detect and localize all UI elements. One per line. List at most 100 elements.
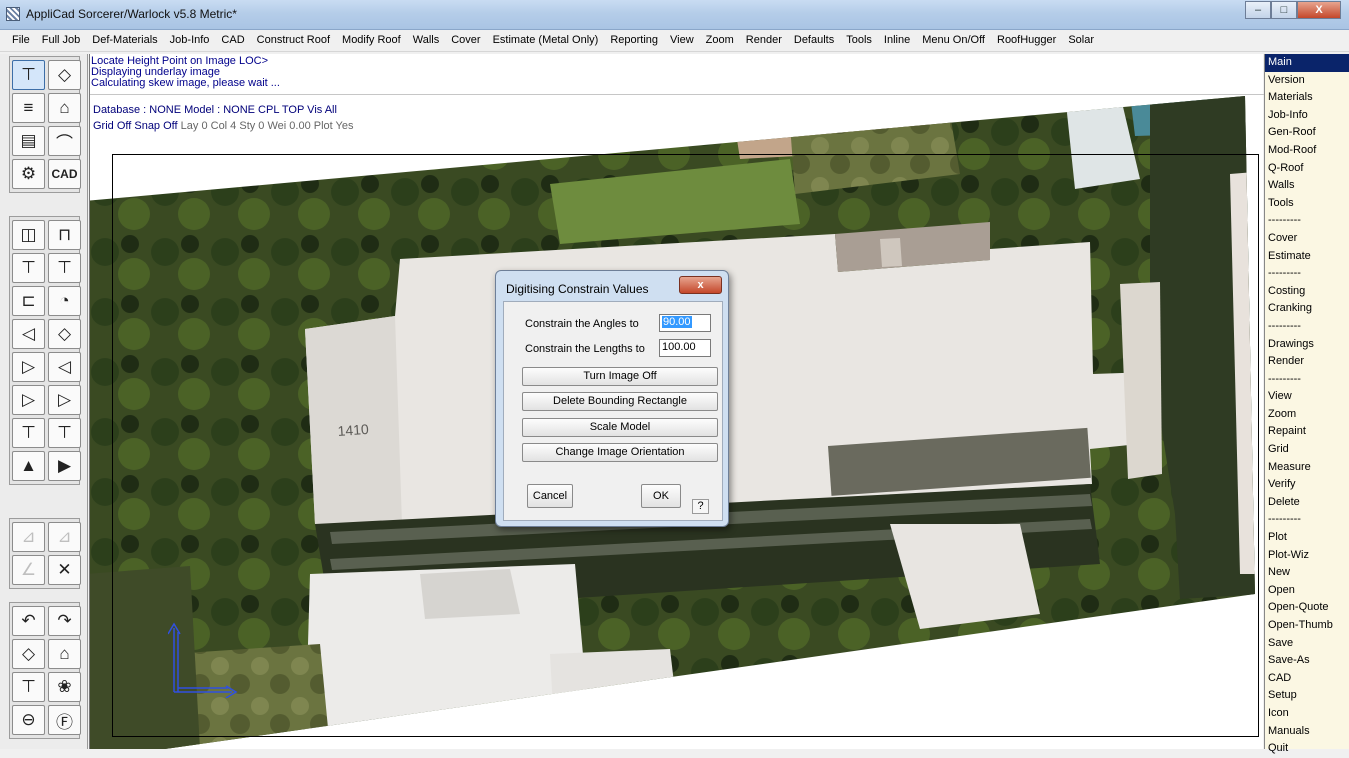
sidebar-item-mod-roof[interactable]: Mod-Roof: [1265, 142, 1349, 160]
wrench-button[interactable]: ⚙: [12, 159, 45, 189]
dim-angle-button[interactable]: ⊿: [48, 522, 81, 552]
roof-plan2-button[interactable]: ⊤: [12, 672, 45, 702]
lengths-input[interactable]: 100.00: [659, 339, 711, 357]
copy-roof-button[interactable]: ▤: [12, 126, 45, 156]
change-image-orientation-button[interactable]: Change Image Orientation: [522, 443, 718, 462]
sidebar-item-drawings[interactable]: Drawings: [1265, 336, 1349, 354]
menu-job-info[interactable]: Job-Info: [164, 31, 216, 51]
menu-estimate-metal-only[interactable]: Estimate (Metal Only): [487, 31, 605, 51]
menu-menu-on-off[interactable]: Menu On/Off: [916, 31, 991, 51]
paint-brush-button[interactable]: ⌂: [48, 639, 81, 669]
stamp-button[interactable]: ▲: [12, 451, 45, 481]
sidebar-item-gen-roof[interactable]: Gen-Roof: [1265, 124, 1349, 142]
frame-button[interactable]: ⊤: [12, 418, 45, 448]
turn-image-off-button[interactable]: Turn Image Off: [522, 367, 718, 386]
ok-button[interactable]: OK: [641, 484, 681, 508]
menu-cover[interactable]: Cover: [445, 31, 486, 51]
sheets-right-button[interactable]: ▷: [48, 385, 81, 415]
menu-view[interactable]: View: [664, 31, 700, 51]
sidebar-item-open-thumb[interactable]: Open-Thumb: [1265, 617, 1349, 635]
sidebar-item-grid[interactable]: Grid: [1265, 441, 1349, 459]
menu-zoom[interactable]: Zoom: [700, 31, 740, 51]
menu-file[interactable]: File: [6, 31, 36, 51]
menu-defaults[interactable]: Defaults: [788, 31, 840, 51]
sidebar-item-job-info[interactable]: Job-Info: [1265, 107, 1349, 125]
sidebar-item-plot[interactable]: Plot: [1265, 529, 1349, 547]
sidebar-item-zoom[interactable]: Zoom: [1265, 406, 1349, 424]
minimize-button[interactable]: –: [1245, 1, 1271, 19]
menu-modify-roof[interactable]: Modify Roof: [336, 31, 407, 51]
flashing-button[interactable]: ⊏: [12, 286, 45, 316]
truss-button[interactable]: ⊤: [48, 418, 81, 448]
sidebar-item-tools[interactable]: Tools: [1265, 195, 1349, 213]
hip-button[interactable]: ⌒: [48, 126, 81, 156]
delete-bounding-rectangle-button[interactable]: Delete Bounding Rectangle: [522, 392, 718, 411]
sidebar-item-open-quote[interactable]: Open-Quote: [1265, 599, 1349, 617]
sidebar-item-setup[interactable]: Setup: [1265, 687, 1349, 705]
sheets-left-button[interactable]: ▷: [12, 385, 45, 415]
ridge-button[interactable]: ▶: [48, 451, 81, 481]
menu-def-materials[interactable]: Def-Materials: [86, 31, 163, 51]
sidebar-item-render[interactable]: Render: [1265, 353, 1349, 371]
sidebar-item-q-roof[interactable]: Q-Roof: [1265, 160, 1349, 178]
menu-solar[interactable]: Solar: [1062, 31, 1100, 51]
sidebar-item-estimate[interactable]: Estimate: [1265, 248, 1349, 266]
maximize-button[interactable]: □: [1271, 1, 1297, 19]
sidebar-item-view[interactable]: View: [1265, 388, 1349, 406]
menu-render[interactable]: Render: [740, 31, 788, 51]
flower-button[interactable]: ❀: [48, 672, 81, 702]
angles-input[interactable]: 90.00: [659, 314, 711, 332]
sidebar-item-new[interactable]: New: [1265, 564, 1349, 582]
delete-x-button[interactable]: ✕: [48, 555, 81, 585]
hip-left-button[interactable]: ◁: [12, 319, 45, 349]
roof-plan-button[interactable]: ⊤: [12, 60, 45, 90]
dialog-close-button[interactable]: x: [679, 276, 722, 294]
roof-3d-button[interactable]: ◇: [48, 60, 81, 90]
sidebar-item-costing[interactable]: Costing: [1265, 283, 1349, 301]
sidebar-item-plot-wiz[interactable]: Plot-Wiz: [1265, 547, 1349, 565]
roof-corner-button[interactable]: ⊤: [48, 253, 81, 283]
sidebar-item-cad[interactable]: CAD: [1265, 670, 1349, 688]
sidebar-item-icon[interactable]: Icon: [1265, 705, 1349, 723]
sidebar-item-cover[interactable]: Cover: [1265, 230, 1349, 248]
zoom-out-button[interactable]: ⊖: [12, 705, 45, 735]
redo-button[interactable]: ↷: [48, 606, 81, 636]
menu-walls[interactable]: Walls: [407, 31, 445, 51]
gable-button[interactable]: ≡: [12, 93, 45, 123]
sidebar-item-delete[interactable]: Delete: [1265, 494, 1349, 512]
sidebar-item-measure[interactable]: Measure: [1265, 459, 1349, 477]
dim-line-button[interactable]: ⊿: [12, 522, 45, 552]
sidebar-item-open[interactable]: Open: [1265, 582, 1349, 600]
sidebar-item-repaint[interactable]: Repaint: [1265, 423, 1349, 441]
sheet-button[interactable]: ▷: [12, 352, 45, 382]
sidebar-item-save[interactable]: Save: [1265, 635, 1349, 653]
roof-tool-button[interactable]: ⌂: [48, 93, 81, 123]
menu-roofhugger[interactable]: RoofHugger: [991, 31, 1062, 51]
close-button[interactable]: X: [1297, 1, 1341, 19]
scale-model-button[interactable]: Scale Model: [522, 418, 718, 437]
sidebar-item-cranking[interactable]: Cranking: [1265, 300, 1349, 318]
sidebar-item-main[interactable]: Main: [1265, 54, 1349, 72]
help-button[interactable]: ?: [692, 499, 709, 514]
sidebar-item-materials[interactable]: Materials: [1265, 89, 1349, 107]
diamond-button[interactable]: ◇: [48, 319, 81, 349]
f-circle-button[interactable]: Ⓕ: [48, 705, 81, 735]
roof-view-button[interactable]: ◇: [12, 639, 45, 669]
sidebar-item-version[interactable]: Version: [1265, 72, 1349, 90]
wall-button[interactable]: ◫: [12, 220, 45, 250]
menu-reporting[interactable]: Reporting: [604, 31, 664, 51]
fold-button[interactable]: ◁: [48, 352, 81, 382]
menu-construct-roof[interactable]: Construct Roof: [251, 31, 336, 51]
roof-frame-button[interactable]: ⊤: [12, 253, 45, 283]
bracket-button[interactable]: ⊓: [48, 220, 81, 250]
dial-button[interactable]: ◔: [48, 286, 81, 316]
undo-button[interactable]: ↶: [12, 606, 45, 636]
sidebar-item-save-as[interactable]: Save-As: [1265, 652, 1349, 670]
sidebar-item-walls[interactable]: Walls: [1265, 177, 1349, 195]
menu-inline[interactable]: Inline: [878, 31, 916, 51]
sidebar-item-manuals[interactable]: Manuals: [1265, 723, 1349, 741]
menu-tools[interactable]: Tools: [840, 31, 878, 51]
sidebar-item-verify[interactable]: Verify: [1265, 476, 1349, 494]
menu-cad[interactable]: CAD: [215, 31, 250, 51]
cancel-button[interactable]: Cancel: [527, 484, 573, 508]
